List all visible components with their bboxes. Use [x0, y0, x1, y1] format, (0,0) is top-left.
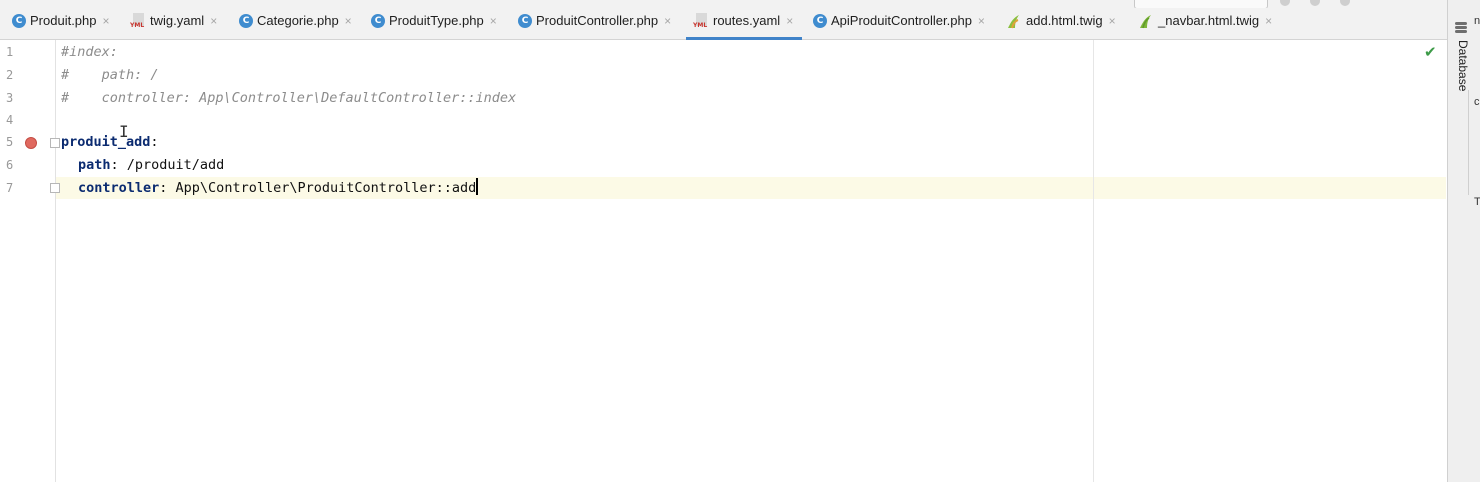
code-line-6[interactable]: path: /produit/add	[78, 154, 224, 176]
tab-label: _navbar.html.twig	[1158, 13, 1260, 28]
database-icon[interactable]	[1455, 22, 1467, 36]
close-icon[interactable]: ×	[490, 13, 497, 29]
close-icon[interactable]: ×	[786, 13, 793, 29]
tab-routes-yaml[interactable]: YML routes.yaml ×	[686, 13, 803, 40]
php-class-icon: C	[12, 14, 26, 28]
fold-marker-icon[interactable]	[50, 183, 60, 193]
line-number: 1	[6, 45, 14, 59]
line-number: 3	[6, 91, 14, 105]
clipped-label: Ti	[1474, 196, 1480, 208]
yaml-key: controller	[78, 180, 160, 196]
right-tool-strip: Database ny co Ti	[1447, 0, 1480, 482]
close-icon[interactable]: ×	[664, 13, 671, 29]
right-margin-guide	[1093, 40, 1094, 482]
yaml-value: /produit/add	[126, 157, 225, 173]
code-line-1[interactable]: #index:	[61, 41, 118, 63]
twig-file-icon	[1138, 13, 1154, 29]
mouse-ibeam-icon: I	[119, 122, 129, 141]
database-tool-button[interactable]: Database	[1456, 40, 1470, 91]
tab-label: ApiProduitController.php	[831, 13, 972, 28]
toolbar-icon-fragment[interactable]	[1310, 0, 1320, 6]
yaml-separator: :	[110, 157, 127, 173]
toolbar-icon-fragment[interactable]	[1280, 0, 1290, 6]
yaml-separator: :	[150, 134, 159, 150]
tab-produitcontroller-php[interactable]: C ProduitController.php ×	[518, 13, 671, 40]
tab-apiproduitcontroller-php[interactable]: C ApiProduitController.php ×	[813, 13, 985, 40]
close-icon[interactable]: ×	[345, 13, 352, 29]
line-number: 6	[6, 158, 14, 172]
text-cursor	[476, 178, 479, 195]
clipped-label: co	[1474, 96, 1480, 108]
tab-produittype-php[interactable]: C ProduitType.php ×	[371, 13, 497, 40]
toolbar-icon-fragment[interactable]	[1340, 0, 1350, 6]
tab-add-html-twig[interactable]: add.html.twig ×	[1006, 13, 1116, 40]
line-number: 7	[6, 181, 14, 195]
toolbar-fragment	[1130, 0, 1450, 8]
tab-label: add.html.twig	[1026, 13, 1103, 28]
tab-label: Categorie.php	[257, 13, 339, 28]
fold-marker-icon[interactable]	[50, 138, 60, 148]
tab-produit-php[interactable]: C Produit.php ×	[12, 13, 110, 40]
close-icon[interactable]: ×	[103, 13, 110, 29]
run-configuration-box-fragment[interactable]	[1134, 0, 1268, 8]
yaml-file-icon: YML	[693, 13, 709, 29]
tab-label: ProduitController.php	[536, 13, 659, 28]
yaml-key: produit_add	[61, 134, 151, 150]
close-icon[interactable]: ×	[978, 13, 985, 29]
yaml-separator: :	[159, 180, 176, 196]
tab-navbar-html-twig[interactable]: _navbar.html.twig ×	[1138, 13, 1272, 40]
close-icon[interactable]: ×	[1109, 13, 1116, 29]
tab-label: routes.yaml	[713, 13, 781, 28]
yaml-file-icon: YML	[130, 13, 146, 29]
line-number: 2	[6, 68, 14, 82]
tab-twig-yaml[interactable]: YML twig.yaml ×	[130, 13, 217, 40]
yaml-key: path	[78, 157, 111, 173]
editor-tab-bar: C Produit.php × YML twig.yaml × C Catego…	[0, 0, 1447, 40]
twig-file-icon	[1006, 13, 1022, 29]
no-problems-check-icon[interactable]: ✔	[1424, 43, 1437, 61]
php-class-icon: C	[371, 14, 385, 28]
php-class-icon: C	[239, 14, 253, 28]
tab-label: ProduitType.php	[389, 13, 484, 28]
code-line-5[interactable]: produit_add:	[61, 131, 159, 153]
close-icon[interactable]: ×	[210, 13, 217, 29]
tab-label: twig.yaml	[150, 13, 205, 28]
code-line-7[interactable]: controller: App\Controller\ProduitContro…	[78, 177, 479, 199]
yaml-value: App\Controller\ProduitController::add	[175, 180, 477, 196]
code-line-2[interactable]: # path: /	[61, 64, 159, 86]
clipped-label: ny	[1474, 15, 1480, 27]
tab-label: Produit.php	[30, 13, 97, 28]
tab-categorie-php[interactable]: C Categorie.php ×	[239, 13, 352, 40]
line-number: 4	[6, 113, 14, 127]
breakpoint-icon[interactable]	[25, 137, 37, 149]
close-icon[interactable]: ×	[1265, 13, 1272, 29]
line-number: 5	[6, 135, 14, 149]
php-class-icon: C	[518, 14, 532, 28]
code-line-3[interactable]: # controller: App\Controller\DefaultCont…	[61, 87, 516, 109]
divider	[1468, 90, 1469, 195]
php-class-icon: C	[813, 14, 827, 28]
